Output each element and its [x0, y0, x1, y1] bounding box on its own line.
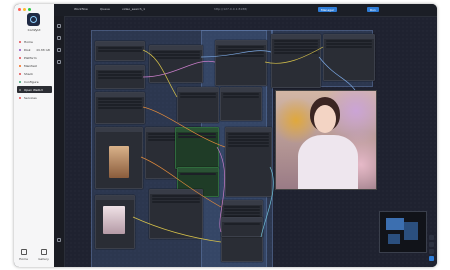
- minimap[interactable]: [379, 211, 427, 253]
- comfy-topbar: Workflow Queue video_search_1 http://127…: [54, 4, 437, 17]
- minimize-window-button[interactable]: [23, 8, 26, 11]
- app-sidebar: ComfyUI Home Disk 49.88 GB Platform Manif…: [14, 4, 55, 267]
- window-controls: [18, 8, 31, 11]
- status-dot-icon: [19, 88, 21, 91]
- home-icon: [20, 249, 27, 255]
- disk-value: 49.88 GB: [36, 47, 50, 52]
- status-dot-icon: [19, 96, 21, 99]
- status-dot-icon: [19, 80, 21, 83]
- graph-node[interactable]: [271, 34, 321, 88]
- graph-node[interactable]: [221, 217, 263, 237]
- graph-node[interactable]: [220, 87, 262, 121]
- workflows-icon[interactable]: [57, 48, 61, 52]
- output-image-preview[interactable]: [275, 90, 377, 190]
- close-window-button[interactable]: [18, 8, 21, 11]
- status-dot-icon: [19, 72, 21, 75]
- sidebar-item-services[interactable]: Services: [17, 94, 52, 101]
- image-node[interactable]: [95, 195, 135, 249]
- sidebar-item-manifest[interactable]: Manifest: [17, 62, 52, 69]
- settings-icon[interactable]: [57, 238, 61, 242]
- sidebar-item-label: Disk: [24, 47, 31, 52]
- zoom-window-button[interactable]: [28, 8, 31, 11]
- address-text: http://127.0.0.1:8188/: [214, 7, 248, 11]
- sidebar-item-shack[interactable]: Shack: [17, 70, 52, 77]
- zoom-in-icon[interactable]: [429, 235, 434, 240]
- image-thumbnail: [109, 146, 129, 178]
- workflow-tab[interactable]: video_search_1: [122, 7, 145, 11]
- sidebar-item-configure[interactable]: Configure: [17, 78, 52, 85]
- gallery-icon: [40, 249, 47, 255]
- manager-button[interactable]: Manager: [318, 7, 338, 12]
- app-window: ComfyUI Home Disk 49.88 GB Platform Manif…: [14, 4, 437, 267]
- bottom-nav-gallery[interactable]: Gallery: [38, 249, 49, 261]
- app-logo: [27, 13, 40, 26]
- sidebar-item-label: Home: [24, 39, 33, 44]
- workflow-menu[interactable]: Workflow: [74, 7, 88, 11]
- graph-node[interactable]: [95, 92, 145, 124]
- graph-node[interactable]: [149, 189, 203, 239]
- graph-node[interactable]: [95, 41, 145, 61]
- sidebar-item-label: Open WebUI: [24, 87, 43, 92]
- run-button[interactable]: Run: [367, 7, 379, 12]
- sidebar-item-label: Shack: [24, 71, 34, 76]
- sidebar-nav: Home Disk 49.88 GB Platform Manifest Shac…: [17, 38, 52, 102]
- graph-node[interactable]: [177, 87, 219, 123]
- zoom-out-icon[interactable]: [429, 242, 434, 247]
- sidebar-item-platform[interactable]: Platform: [17, 54, 52, 61]
- sidebar-bottom-nav: Home Gallery: [14, 249, 54, 261]
- graph-node[interactable]: [149, 45, 203, 83]
- status-dot-icon: [19, 40, 21, 43]
- sidebar-item-label: Manifest: [24, 63, 37, 68]
- face-shape: [314, 105, 336, 133]
- toggle-minimap-icon[interactable]: [429, 256, 434, 261]
- canvas-tools: [429, 235, 436, 263]
- tool-rail: [54, 16, 65, 267]
- sidebar-item-label: Services: [24, 95, 37, 100]
- graph-node[interactable]: [225, 127, 272, 197]
- image-thumbnail: [103, 206, 125, 234]
- graph-node[interactable]: [323, 34, 375, 81]
- queue-icon[interactable]: [57, 60, 61, 64]
- sweater-shape: [298, 135, 358, 189]
- sidebar-item-disk[interactable]: Disk 49.88 GB: [17, 46, 52, 53]
- queue-menu[interactable]: Queue: [100, 7, 110, 11]
- fit-view-icon[interactable]: [429, 249, 434, 254]
- sidebar-item-open-webui[interactable]: Open WebUI: [17, 86, 52, 93]
- bottom-nav-home[interactable]: Home: [19, 249, 28, 261]
- sidebar-item-label: Platform: [24, 55, 37, 60]
- sidebar-item-label: Configure: [24, 79, 39, 84]
- status-dot-icon: [19, 56, 21, 59]
- bottom-nav-label: Gallery: [38, 257, 49, 261]
- status-dot-icon: [19, 64, 21, 67]
- status-dot-icon: [19, 48, 21, 51]
- node-canvas[interactable]: [65, 17, 437, 267]
- image-node[interactable]: [95, 127, 143, 189]
- bottom-nav-label: Home: [19, 257, 28, 261]
- app-name: ComfyUI: [27, 28, 41, 32]
- prompt-node[interactable]: [175, 127, 219, 169]
- sidebar-item-home[interactable]: Home: [17, 38, 52, 45]
- models-icon[interactable]: [57, 36, 61, 40]
- graph-node[interactable]: [95, 65, 145, 89]
- nodes-icon[interactable]: [57, 24, 61, 28]
- graph-node[interactable]: [215, 40, 267, 86]
